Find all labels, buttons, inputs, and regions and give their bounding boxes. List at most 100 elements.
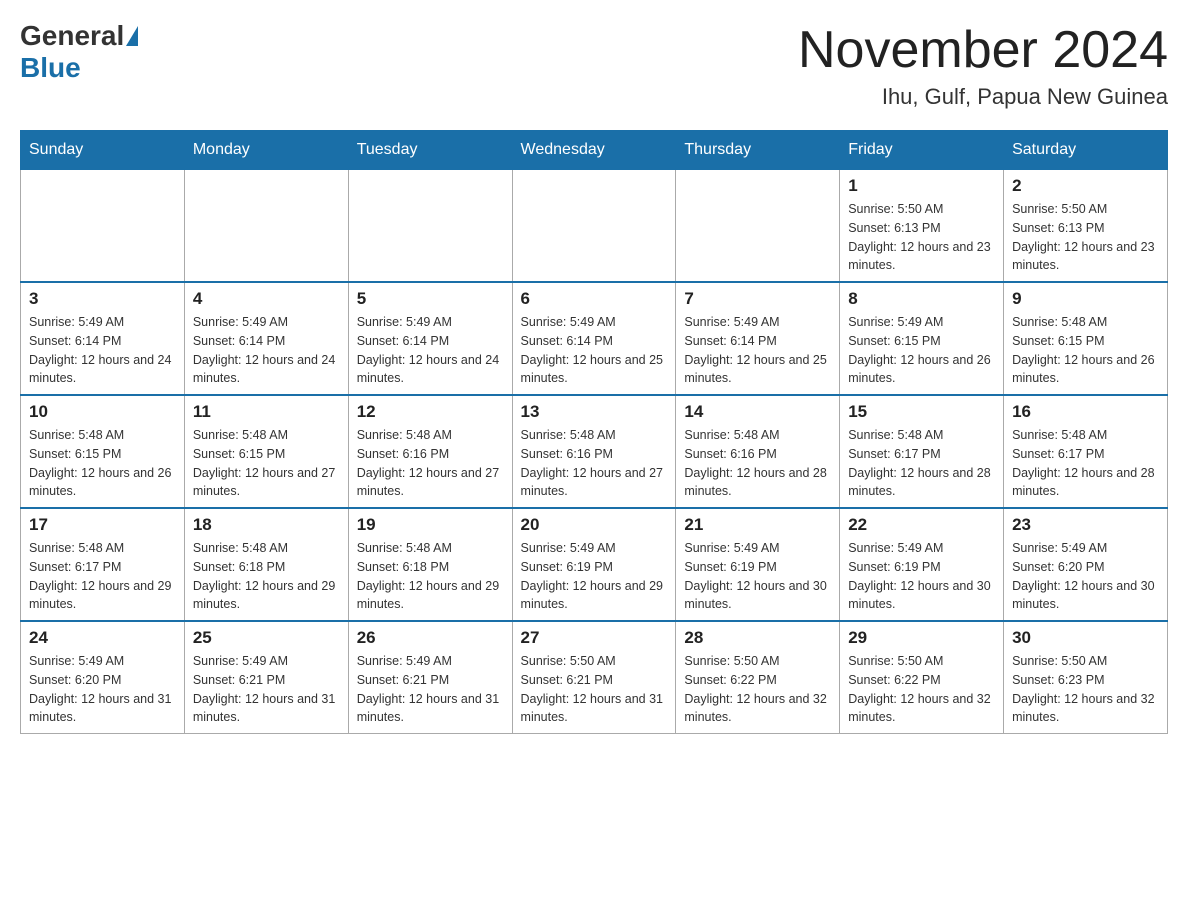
calendar-day-cell: 17 Sunrise: 5:48 AMSunset: 6:17 PMDayligh… [21,508,185,621]
calendar-week-row: 24 Sunrise: 5:49 AMSunset: 6:20 PMDayligh… [21,621,1168,734]
day-info: Sunrise: 5:48 AMSunset: 6:15 PMDaylight:… [29,426,176,501]
day-of-week-header: Friday [840,131,1004,170]
calendar-header-row: SundayMondayTuesdayWednesdayThursdayFrid… [21,131,1168,170]
calendar-day-cell: 6Sunrise: 5:49 AMSunset: 6:14 PMDaylight… [512,282,676,395]
logo-triangle-icon [126,26,138,46]
day-number: 20 [521,515,668,535]
day-info: Sunrise: 5:49 AMSunset: 6:14 PMDaylight:… [684,313,831,388]
calendar-day-cell: 14 Sunrise: 5:48 AMSunset: 6:16 PMDayligh… [676,395,840,508]
calendar-day-cell: 26Sunrise: 5:49 AMSunset: 6:21 PMDayligh… [348,621,512,734]
logo: General Blue [20,20,140,84]
calendar-day-cell: 20Sunrise: 5:49 AMSunset: 6:19 PMDayligh… [512,508,676,621]
day-number: 23 [1012,515,1159,535]
calendar-day-cell: 23 Sunrise: 5:49 AMSunset: 6:20 PMDayligh… [1004,508,1168,621]
day-info: Sunrise: 5:49 AMSunset: 6:21 PMDaylight:… [193,652,340,727]
day-number: 18 [193,515,340,535]
day-info: Sunrise: 5:49 AMSunset: 6:19 PMDaylight:… [848,539,995,614]
day-number: 16 [1012,402,1159,422]
day-number: 24 [29,628,176,648]
calendar-day-cell [676,170,840,283]
day-number: 10 [29,402,176,422]
location-title: Ihu, Gulf, Papua New Guinea [798,84,1168,110]
day-number: 19 [357,515,504,535]
calendar-day-cell [512,170,676,283]
day-number: 4 [193,289,340,309]
calendar-day-cell: 22 Sunrise: 5:49 AMSunset: 6:19 PMDayligh… [840,508,1004,621]
calendar-day-cell: 30 Sunrise: 5:50 AMSunset: 6:23 PMDayligh… [1004,621,1168,734]
day-info: Sunrise: 5:50 AMSunset: 6:21 PMDaylight:… [521,652,668,727]
day-info: Sunrise: 5:48 AMSunset: 6:16 PMDaylight:… [521,426,668,501]
day-number: 28 [684,628,831,648]
day-number: 27 [521,628,668,648]
calendar-week-row: 1 Sunrise: 5:50 AMSunset: 6:13 PMDaylight… [21,170,1168,283]
day-number: 3 [29,289,176,309]
day-info: Sunrise: 5:48 AMSunset: 6:18 PMDaylight:… [357,539,504,614]
day-of-week-header: Monday [184,131,348,170]
day-info: Sunrise: 5:49 AMSunset: 6:19 PMDaylight:… [684,539,831,614]
day-info: Sunrise: 5:48 AMSunset: 6:17 PMDaylight:… [1012,426,1159,501]
day-number: 21 [684,515,831,535]
day-info: Sunrise: 5:49 AMSunset: 6:14 PMDaylight:… [357,313,504,388]
calendar-week-row: 17 Sunrise: 5:48 AMSunset: 6:17 PMDayligh… [21,508,1168,621]
day-number: 8 [848,289,995,309]
day-info: Sunrise: 5:49 AMSunset: 6:20 PMDaylight:… [1012,539,1159,614]
calendar-week-row: 3 Sunrise: 5:49 AMSunset: 6:14 PMDaylight… [21,282,1168,395]
calendar-day-cell: 18 Sunrise: 5:48 AMSunset: 6:18 PMDayligh… [184,508,348,621]
page-header: General Blue November 2024 Ihu, Gulf, Pa… [20,20,1168,110]
day-number: 14 [684,402,831,422]
day-number: 12 [357,402,504,422]
day-number: 2 [1012,176,1159,196]
calendar-day-cell: 9 Sunrise: 5:48 AMSunset: 6:15 PMDaylight… [1004,282,1168,395]
day-number: 17 [29,515,176,535]
day-number: 5 [357,289,504,309]
day-number: 30 [1012,628,1159,648]
day-of-week-header: Tuesday [348,131,512,170]
calendar-table: SundayMondayTuesdayWednesdayThursdayFrid… [20,130,1168,734]
day-of-week-header: Thursday [676,131,840,170]
calendar-day-cell: 1 Sunrise: 5:50 AMSunset: 6:13 PMDaylight… [840,170,1004,283]
calendar-day-cell: 3 Sunrise: 5:49 AMSunset: 6:14 PMDaylight… [21,282,185,395]
day-info: Sunrise: 5:48 AMSunset: 6:15 PMDaylight:… [193,426,340,501]
day-number: 15 [848,402,995,422]
day-of-week-header: Saturday [1004,131,1168,170]
day-number: 25 [193,628,340,648]
day-info: Sunrise: 5:49 AMSunset: 6:14 PMDaylight:… [193,313,340,388]
day-info: Sunrise: 5:48 AMSunset: 6:15 PMDaylight:… [1012,313,1159,388]
day-of-week-header: Sunday [21,131,185,170]
day-info: Sunrise: 5:48 AMSunset: 6:17 PMDaylight:… [29,539,176,614]
day-info: Sunrise: 5:50 AMSunset: 6:22 PMDaylight:… [848,652,995,727]
calendar-week-row: 10 Sunrise: 5:48 AMSunset: 6:15 PMDayligh… [21,395,1168,508]
day-number: 29 [848,628,995,648]
calendar-day-cell: 12 Sunrise: 5:48 AMSunset: 6:16 PMDayligh… [348,395,512,508]
calendar-day-cell: 5 Sunrise: 5:49 AMSunset: 6:14 PMDaylight… [348,282,512,395]
day-info: Sunrise: 5:50 AMSunset: 6:23 PMDaylight:… [1012,652,1159,727]
day-info: Sunrise: 5:50 AMSunset: 6:13 PMDaylight:… [848,200,995,275]
calendar-day-cell: 25 Sunrise: 5:49 AMSunset: 6:21 PMDayligh… [184,621,348,734]
day-info: Sunrise: 5:48 AMSunset: 6:16 PMDaylight:… [357,426,504,501]
day-info: Sunrise: 5:49 AMSunset: 6:14 PMDaylight:… [521,313,668,388]
day-info: Sunrise: 5:48 AMSunset: 6:17 PMDaylight:… [848,426,995,501]
calendar-day-cell [348,170,512,283]
calendar-day-cell: 7 Sunrise: 5:49 AMSunset: 6:14 PMDaylight… [676,282,840,395]
day-info: Sunrise: 5:49 AMSunset: 6:15 PMDaylight:… [848,313,995,388]
day-number: 22 [848,515,995,535]
day-number: 1 [848,176,995,196]
calendar-day-cell: 2 Sunrise: 5:50 AMSunset: 6:13 PMDaylight… [1004,170,1168,283]
day-info: Sunrise: 5:49 AMSunset: 6:20 PMDaylight:… [29,652,176,727]
calendar-day-cell: 11Sunrise: 5:48 AMSunset: 6:15 PMDayligh… [184,395,348,508]
day-info: Sunrise: 5:50 AMSunset: 6:13 PMDaylight:… [1012,200,1159,275]
calendar-day-cell [21,170,185,283]
day-number: 13 [521,402,668,422]
calendar-day-cell: 10 Sunrise: 5:48 AMSunset: 6:15 PMDayligh… [21,395,185,508]
day-info: Sunrise: 5:48 AMSunset: 6:18 PMDaylight:… [193,539,340,614]
calendar-day-cell: 16 Sunrise: 5:48 AMSunset: 6:17 PMDayligh… [1004,395,1168,508]
day-number: 9 [1012,289,1159,309]
calendar-day-cell: 15 Sunrise: 5:48 AMSunset: 6:17 PMDayligh… [840,395,1004,508]
day-info: Sunrise: 5:48 AMSunset: 6:16 PMDaylight:… [684,426,831,501]
day-info: Sunrise: 5:49 AMSunset: 6:14 PMDaylight:… [29,313,176,388]
calendar-day-cell: 21 Sunrise: 5:49 AMSunset: 6:19 PMDayligh… [676,508,840,621]
day-number: 7 [684,289,831,309]
month-title: November 2024 [798,20,1168,80]
day-info: Sunrise: 5:50 AMSunset: 6:22 PMDaylight:… [684,652,831,727]
calendar-day-cell: 4 Sunrise: 5:49 AMSunset: 6:14 PMDaylight… [184,282,348,395]
